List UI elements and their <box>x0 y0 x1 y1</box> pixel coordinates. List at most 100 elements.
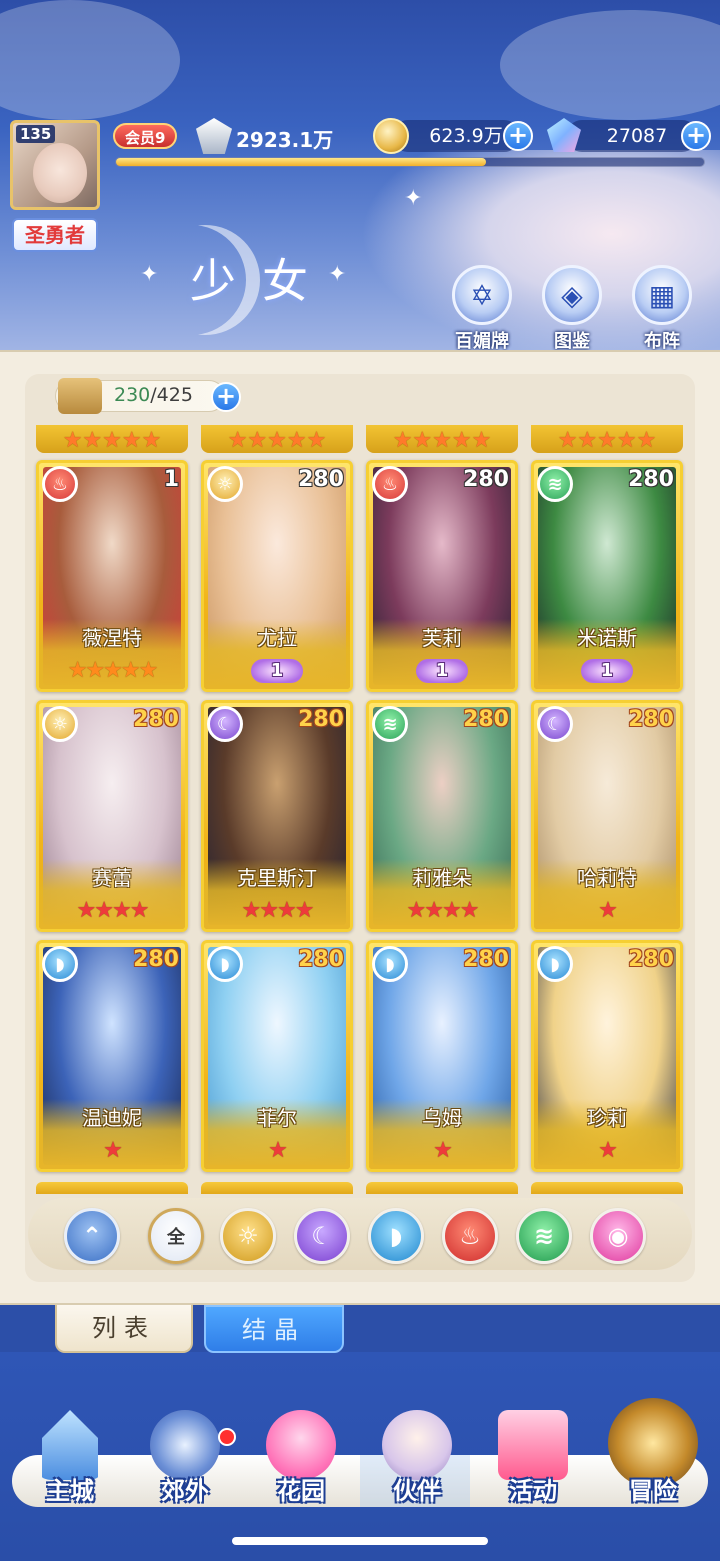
cloud-decor <box>500 10 720 120</box>
previous-row-card-edge: ★★★★★ <box>201 425 353 453</box>
cloud-decor <box>0 0 180 120</box>
filter-water[interactable]: ◗ <box>368 1208 424 1264</box>
inventory-count: 230/425 <box>114 384 193 406</box>
character-card[interactable]: ◗ 280 温迪妮 ★ <box>36 940 188 1172</box>
gem-display: 27087 <box>566 120 698 152</box>
nav-label: 伙伴 <box>393 1477 441 1505</box>
star-rating: ★★★★★ <box>67 658 159 683</box>
star-rating: ★★★★ <box>76 898 150 923</box>
book-icon: ◈ <box>542 265 602 325</box>
wind-element-icon: ≋ <box>372 706 408 742</box>
wind-element-icon: ≋ <box>533 1222 555 1250</box>
character-card[interactable]: ☼ 280 尤拉 1 <box>201 460 353 692</box>
filter-light[interactable]: ☼ <box>220 1208 276 1264</box>
avatar-portrait <box>33 143 87 203</box>
notification-dot <box>218 1428 236 1446</box>
character-level: 280 <box>463 467 509 492</box>
character-level: 280 <box>628 947 674 972</box>
character-card[interactable]: ◗ 280 菲尔 ★ <box>201 940 353 1172</box>
nav-label: 活动 <box>509 1477 557 1505</box>
nav-outskirts[interactable]: 郊外 <box>130 1410 240 1506</box>
card-deck-icon: ✡ <box>452 265 512 325</box>
nav-label: 主城 <box>46 1477 94 1505</box>
filter-fire[interactable]: ♨ <box>442 1208 498 1264</box>
character-name: 克里斯汀 <box>237 866 317 890</box>
home-indicator[interactable] <box>232 1537 488 1545</box>
nav-main-city[interactable]: 主城 <box>15 1410 125 1506</box>
character-name: 乌姆 <box>422 1106 462 1130</box>
water-element-icon: ◗ <box>42 946 78 982</box>
nav-adventure[interactable]: 冒险 <box>598 1398 708 1506</box>
add-gem-button[interactable]: + <box>681 121 711 151</box>
star-rating: ★★★★ <box>241 898 315 923</box>
add-gold-button[interactable]: + <box>503 121 533 151</box>
character-card[interactable]: ♨ 280 芙莉 1 <box>366 460 518 692</box>
light-element-icon: ☼ <box>237 1222 259 1250</box>
filter-all[interactable]: 全 <box>148 1208 204 1264</box>
character-card[interactable]: ≋ 280 莉雅朵 ★★★★ <box>366 700 518 932</box>
character-card[interactable]: ♨ 1 薇涅特 ★★★★★ <box>36 460 188 692</box>
star-rating: ★ <box>268 1138 288 1163</box>
sparkle-icon: ✦ <box>140 262 159 287</box>
nav-events[interactable]: 活动 <box>478 1410 588 1506</box>
castle-icon <box>42 1410 98 1480</box>
all-icon: 全 <box>167 1227 185 1248</box>
character-name: 莉雅朵 <box>412 866 472 890</box>
next-row-card-edge <box>531 1182 683 1194</box>
nav-garden[interactable]: 花园 <box>246 1410 356 1506</box>
filter-special[interactable]: ◉ <box>590 1208 646 1264</box>
character-card[interactable]: ◗ 280 珍莉 ★ <box>531 940 683 1172</box>
shortcut-card-deck[interactable]: ✡ 百媚牌 <box>446 265 518 353</box>
shortcut-label: 图鉴 <box>554 331 590 352</box>
water-element-icon: ◗ <box>207 946 243 982</box>
inventory-box-icon <box>58 378 102 414</box>
player-avatar[interactable]: 135 <box>10 120 100 210</box>
gold-display: 623.9万 <box>392 120 520 152</box>
star-rating: ★ <box>433 1138 453 1163</box>
tab-list[interactable]: 列表 <box>55 1305 193 1353</box>
vip-badge[interactable]: 会员9 <box>113 123 178 149</box>
experience-bar <box>115 157 705 167</box>
character-level: 280 <box>298 947 344 972</box>
expand-inventory-button[interactable]: + <box>211 382 241 412</box>
character-level: 1 <box>163 467 179 492</box>
tab-crystal[interactable]: 结晶 <box>204 1305 344 1353</box>
previous-row-card-edge: ★★★★★ <box>366 425 518 453</box>
inventory-max: 425 <box>156 384 193 406</box>
character-level: 280 <box>133 707 179 732</box>
top-banner: ✦ ✦ ✦ 少女 <box>0 0 720 360</box>
character-name: 菲尔 <box>257 1106 297 1130</box>
next-row-card-edge <box>201 1182 353 1194</box>
star-rating: ★ <box>103 1138 123 1163</box>
shortcut-formation[interactable]: ▦ 布阵 <box>626 265 698 353</box>
character-level: 280 <box>298 707 344 732</box>
character-card[interactable]: ◗ 280 乌姆 ★ <box>366 940 518 1172</box>
water-element-icon: ◗ <box>372 946 408 982</box>
character-name: 芙莉 <box>422 626 462 650</box>
character-level: 280 <box>298 467 344 492</box>
shortcut-codex[interactable]: ◈ 图鉴 <box>536 265 608 353</box>
character-card[interactable]: ≋ 280 米诺斯 1 <box>531 460 683 692</box>
inventory-current: 230 <box>114 384 151 406</box>
character-card[interactable]: ☾ 280 哈莉特 ★ <box>531 700 683 932</box>
filter-wind[interactable]: ≋ <box>516 1208 572 1264</box>
character-card[interactable]: ☾ 280 克里斯汀 ★★★★ <box>201 700 353 932</box>
wind-element-icon: ≋ <box>537 466 573 502</box>
dark-element-icon: ☾ <box>311 1222 333 1250</box>
nav-partner[interactable]: 伙伴 <box>362 1410 472 1506</box>
player-title-badge[interactable]: 圣勇者 <box>12 218 98 252</box>
filter-all-elements[interactable]: ⌃ <box>64 1208 120 1264</box>
filter-dark[interactable]: ☾ <box>294 1208 350 1264</box>
character-name: 米诺斯 <box>577 626 637 650</box>
next-row-card-edge <box>366 1182 518 1194</box>
character-name: 哈莉特 <box>577 866 637 890</box>
gem-value: 27087 <box>606 125 668 147</box>
power-value: 2923.1万 <box>236 128 334 152</box>
awakening-rank-badge: 1 <box>416 659 468 683</box>
special-element-icon: ◉ <box>607 1222 629 1250</box>
character-name: 薇涅特 <box>82 626 142 650</box>
sparkle-icon: ✦ <box>404 186 423 211</box>
previous-row-card-edge: ★★★★★ <box>531 425 683 453</box>
character-card[interactable]: ☼ 280 赛蕾 ★★★★ <box>36 700 188 932</box>
experience-bar-fill <box>116 158 487 166</box>
